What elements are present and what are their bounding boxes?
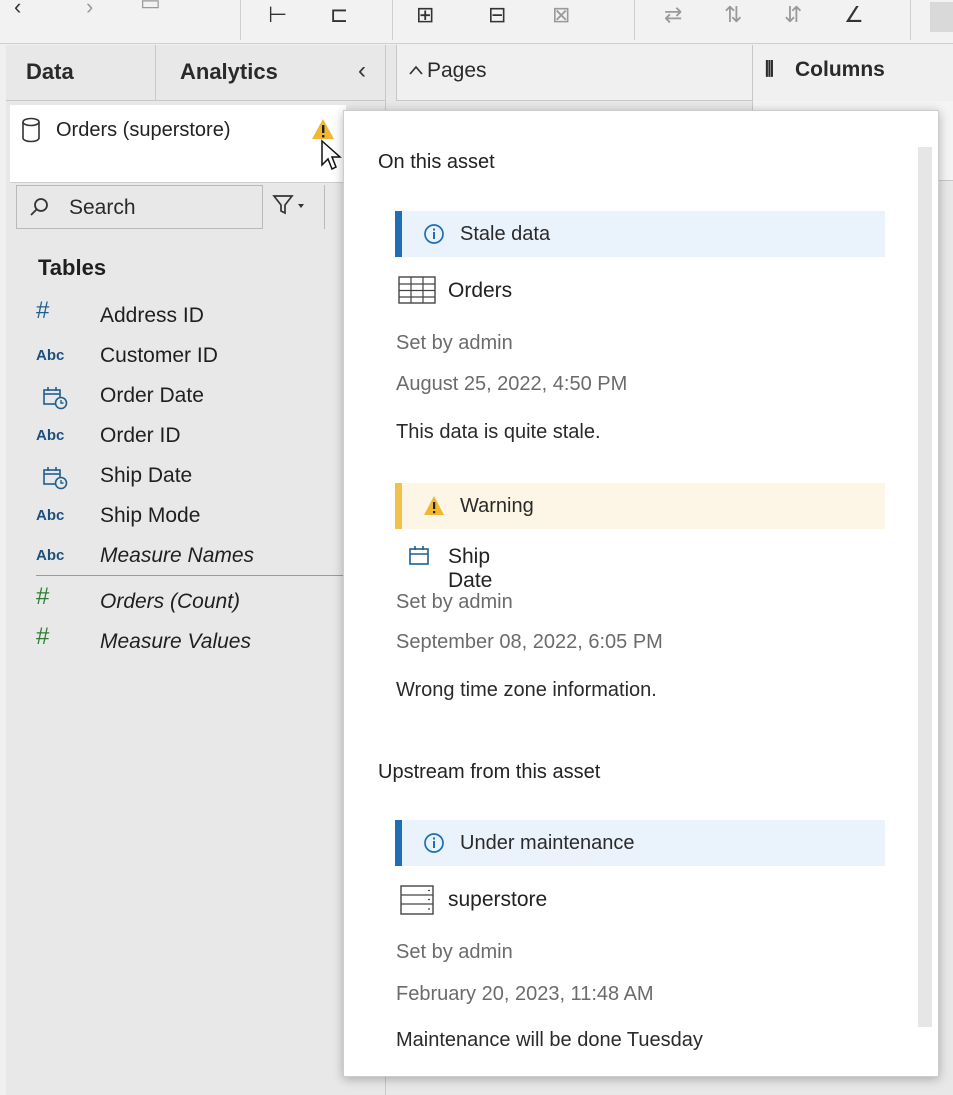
data-pane: Data Analytics ‹ Orders (superstore) Sea… [6, 45, 385, 1095]
info-icon [424, 224, 444, 244]
highlight-icon[interactable] [930, 2, 953, 32]
field-name: Order Date [100, 384, 204, 407]
data-quality-popup: On this asset Stale data Orders Set by a… [343, 110, 939, 1077]
field-item[interactable]: Abc Measure Names [6, 537, 385, 577]
field-name: Orders (Count) [100, 590, 241, 613]
sort-ascending-icon[interactable]: ⇅ [724, 2, 742, 28]
tab-analytics[interactable]: Analytics [180, 59, 278, 85]
tables-heading: Tables [38, 255, 107, 280]
database-table-icon [400, 885, 434, 915]
table-icon [398, 276, 436, 304]
info-icon [424, 833, 444, 853]
measures-divider [36, 575, 385, 576]
datasource-name: Orders (superstore) [56, 119, 231, 141]
field-name: Customer ID [100, 344, 218, 367]
on-asset-heading: On this asset [378, 151, 495, 173]
pane-tabs: Data Analytics ‹ [6, 45, 385, 101]
hash-icon: # [36, 583, 50, 610]
calendar-icon [409, 546, 429, 565]
field-name: Ship Date [100, 464, 193, 487]
field-item[interactable]: # Address ID [6, 297, 385, 337]
abc-icon: Abc [36, 507, 65, 524]
database-icon [22, 117, 40, 143]
set-by-text: Set by admin [396, 591, 513, 613]
hash-icon: # [36, 297, 50, 324]
columns-shelf[interactable]: ⫴ Columns [752, 45, 953, 101]
timestamp: August 25, 2022, 4:50 PM [396, 373, 628, 395]
asset-name: superstore [448, 888, 548, 911]
hash-icon: # [36, 623, 50, 650]
banner-label: Stale data [460, 223, 551, 245]
totals-icon[interactable]: ⊟ [488, 2, 506, 28]
search-icon [30, 198, 48, 216]
toolbar-separator [910, 0, 911, 40]
sort-descending-icon[interactable]: ⇵ [784, 2, 802, 28]
stale-data-banner: Stale data [395, 211, 885, 257]
swap-icon[interactable]: ⇄ [664, 2, 682, 28]
forward-arrow-icon[interactable]: › [86, 0, 93, 20]
field-name: Address ID [100, 304, 204, 327]
toolbar-separator [634, 0, 635, 40]
columns-label: Columns [795, 58, 885, 81]
columns-icon: ⫴ [765, 58, 774, 81]
field-name: Order ID [100, 424, 181, 447]
undo-icon[interactable]: ▭ [140, 0, 161, 16]
new-worksheet-icon[interactable]: ⊢ [268, 2, 287, 28]
calendar-clock-icon [43, 467, 68, 490]
warning-icon [424, 496, 444, 515]
warning-banner: Warning [395, 483, 885, 529]
duplicate-sheet-icon[interactable]: ⊏ [330, 2, 348, 28]
warning-message: Wrong time zone information. [396, 679, 657, 701]
collapse-pane-icon[interactable]: ‹ [358, 57, 366, 85]
calendar-clock-icon [43, 387, 68, 410]
asset-name: Ship Date [448, 545, 493, 592]
field-item[interactable]: Order Date [6, 377, 385, 417]
clear-sheet-icon[interactable]: ⊠ [552, 2, 570, 28]
timestamp: September 08, 2022, 6:05 PM [396, 631, 663, 653]
warning-icon[interactable] [310, 117, 336, 141]
swap-rows-icon[interactable]: ⊞ [416, 2, 434, 28]
field-item[interactable]: Abc Order ID [6, 417, 385, 457]
filter-icon[interactable] [270, 193, 310, 217]
field-name: Ship Mode [100, 504, 201, 527]
tab-divider [155, 45, 156, 101]
toolbar: ‹ › ▭ ⊢ ⊏ ⊞ ⊟ ⊠ ⇄ ⇅ ⇵ ∠ [0, 0, 953, 44]
timestamp: February 20, 2023, 11:48 AM [396, 983, 654, 1005]
toolbar-separator [240, 0, 241, 40]
set-by-text: Set by admin [396, 332, 513, 354]
tab-data[interactable]: Data [26, 59, 74, 85]
field-name: Measure Names [100, 544, 255, 567]
field-item[interactable]: Abc Customer ID [6, 337, 385, 377]
banner-label: Warning [460, 495, 534, 517]
abc-icon: Abc [36, 427, 65, 444]
warning-message: Maintenance will be done Tuesday [396, 1029, 703, 1051]
popup-scrollbar[interactable] [918, 147, 932, 1027]
pages-card[interactable]: Pages [396, 45, 753, 101]
set-by-text: Set by admin [396, 941, 513, 963]
chevron-up-icon[interactable] [409, 65, 423, 75]
banner-label: Under maintenance [460, 832, 635, 854]
abc-icon: Abc [36, 347, 65, 364]
back-arrow-icon[interactable]: ‹ [14, 0, 21, 20]
search-divider [324, 185, 325, 229]
field-name: Measure Values [100, 630, 251, 653]
warning-message: This data is quite stale. [396, 421, 601, 443]
measure-item[interactable]: # Measure Values [6, 623, 385, 663]
asset-name: Orders [448, 279, 513, 302]
toolbar-separator [392, 0, 393, 40]
maintenance-banner: Under maintenance [395, 820, 885, 866]
field-item[interactable]: Ship Date [6, 457, 385, 497]
pages-label: Pages [427, 59, 487, 82]
search-placeholder: Search [69, 196, 136, 219]
measure-item[interactable]: # Orders (Count) [6, 583, 385, 623]
datasource-item[interactable]: Orders (superstore) [10, 105, 346, 183]
totals-sum-icon[interactable]: ∠ [844, 2, 864, 28]
field-item[interactable]: Abc Ship Mode [6, 497, 385, 537]
abc-icon: Abc [36, 547, 65, 564]
columns-spacer [753, 45, 754, 46]
search-input[interactable]: Search [16, 185, 263, 229]
mouse-cursor-icon [321, 139, 342, 171]
upstream-heading: Upstream from this asset [378, 761, 601, 783]
